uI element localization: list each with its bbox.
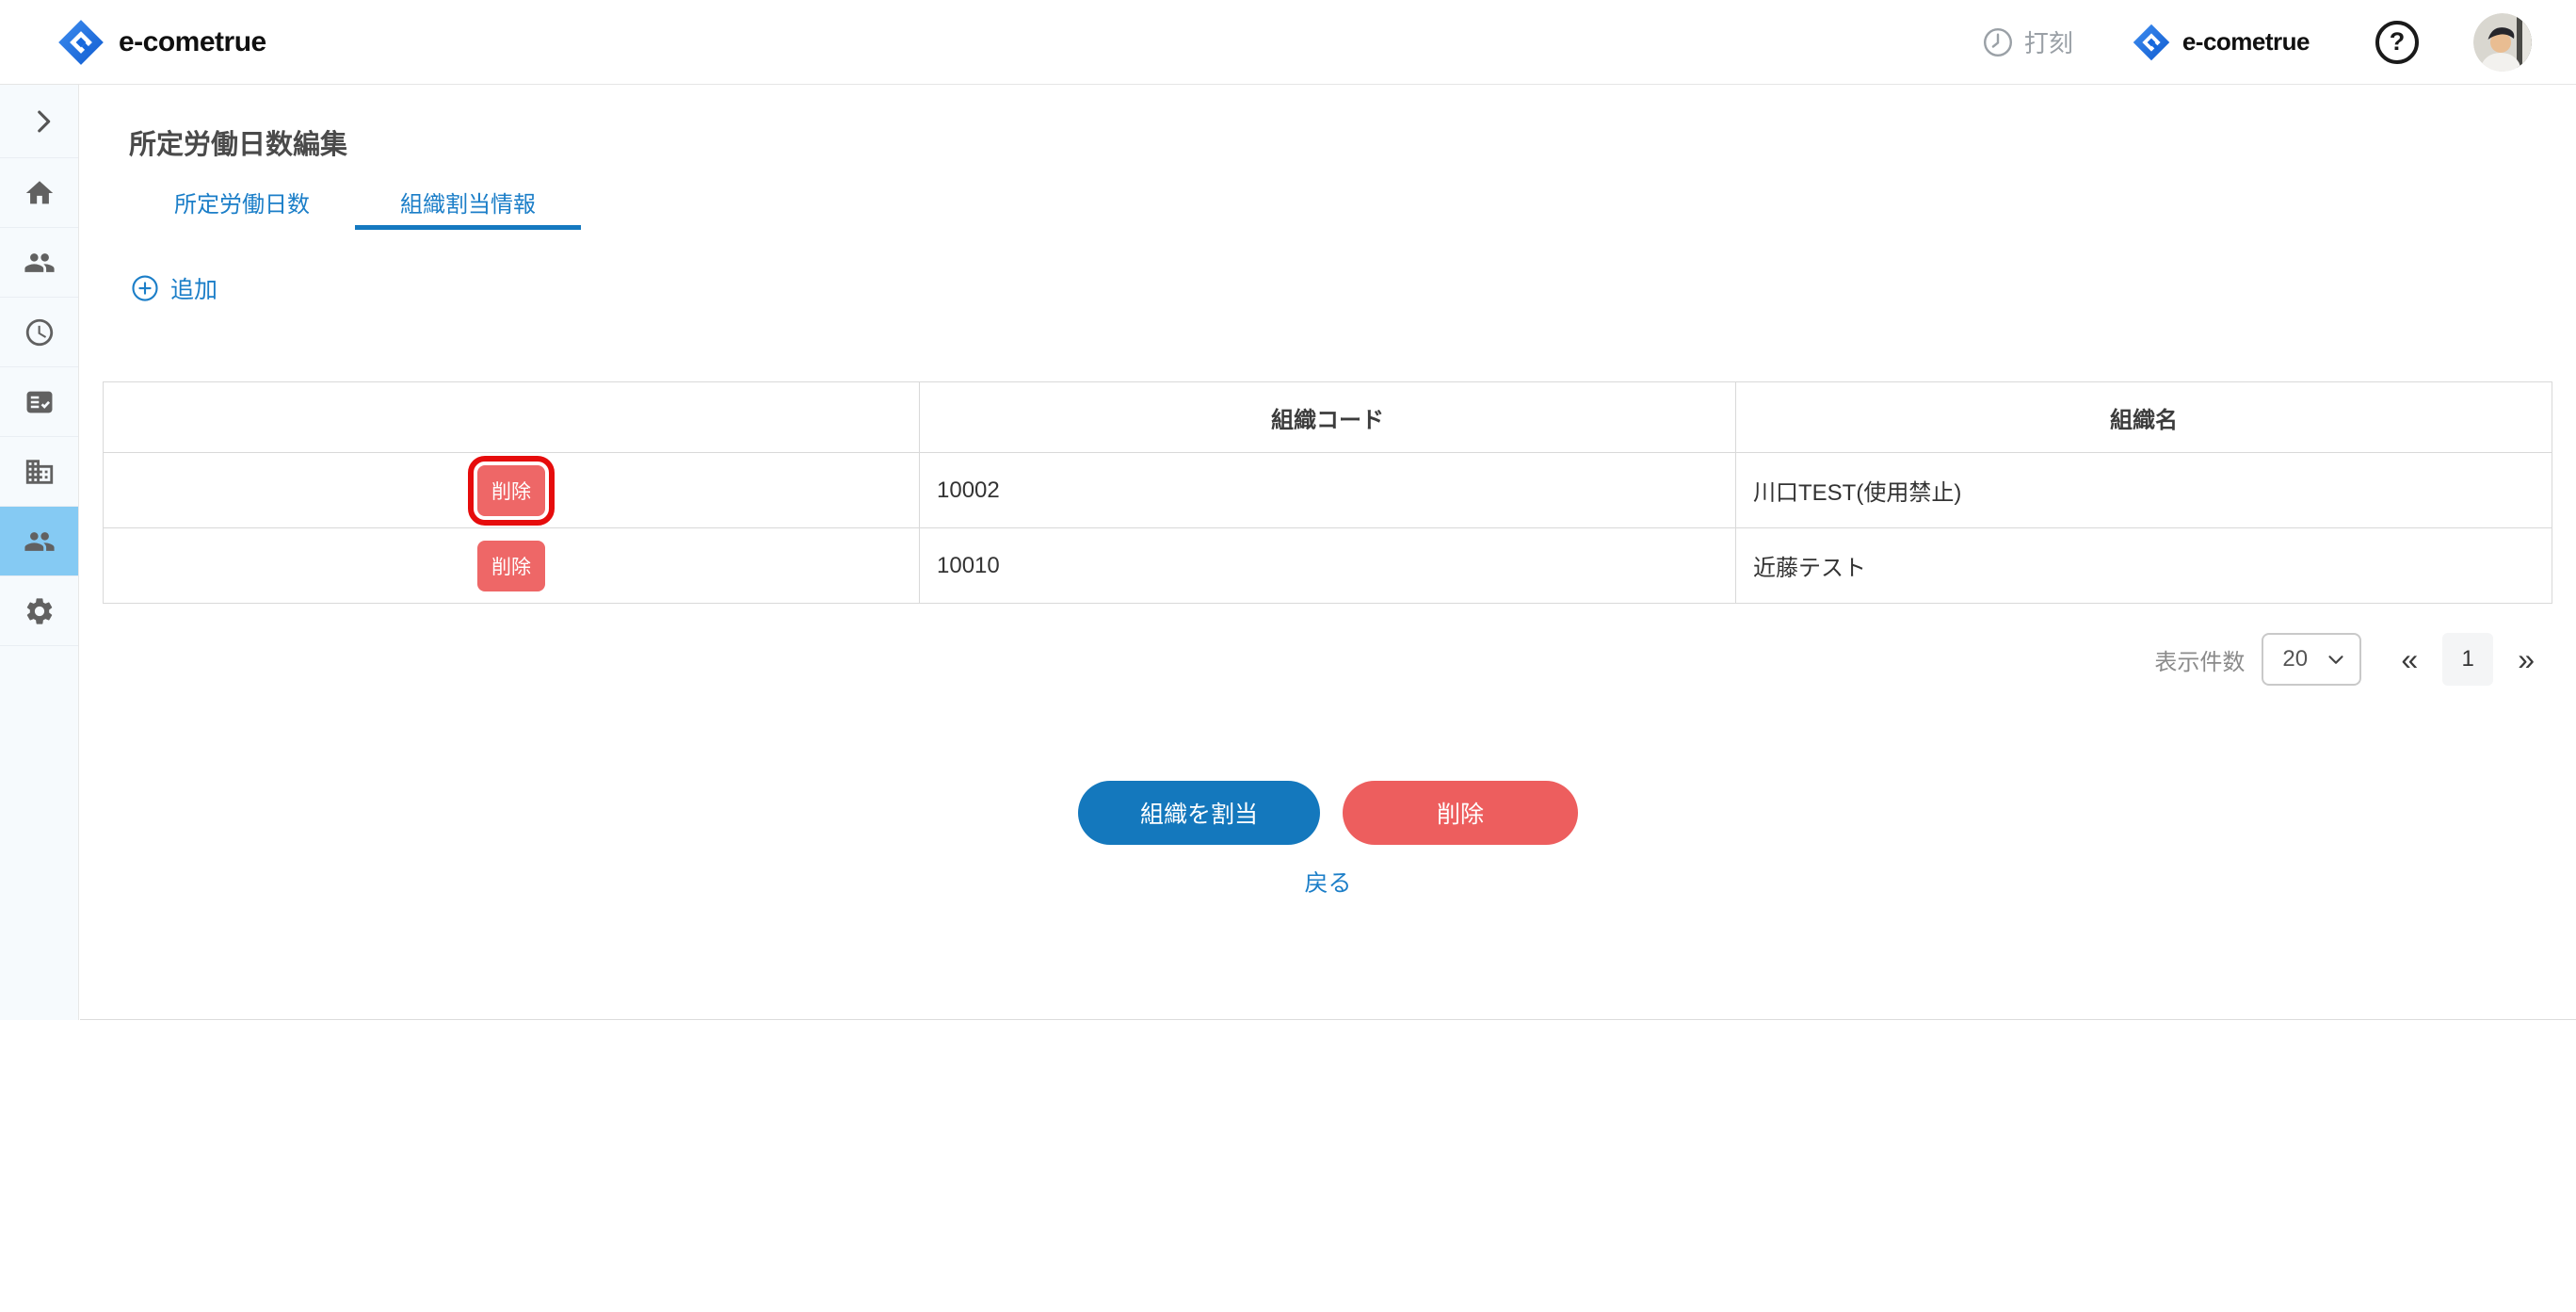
help-icon[interactable]: ? (2375, 21, 2419, 64)
column-header-actions (104, 382, 920, 453)
topbar-right: 打刻 e-cometrue ? (1981, 13, 2532, 72)
sidebar-item-requests[interactable] (0, 367, 78, 437)
form-check-icon (24, 386, 56, 418)
users-icon (24, 526, 56, 558)
org-table: 組織コード 組織名 削除 10002 川口TEST(使用禁止) 削除 (103, 381, 2552, 604)
current-page[interactable]: 1 (2442, 633, 2493, 686)
chevron-right-icon (27, 105, 59, 138)
back-link[interactable]: 戻る (1304, 870, 1351, 897)
avatar[interactable] (2473, 13, 2532, 72)
assign-org-button[interactable]: 組織を割当 (1078, 781, 1320, 845)
sidebar-item-employees[interactable] (0, 228, 78, 298)
row-action-cell: 削除 (104, 528, 920, 604)
top-bar: e-cometrue 打刻 e-cometrue ? (0, 0, 2576, 85)
row-action-cell: 削除 (104, 453, 920, 528)
sidebar (0, 85, 79, 1020)
tab-org-assignment-info[interactable]: 組織割当情報 (355, 179, 581, 230)
org-name-cell: 川口TEST(使用禁止) (1736, 453, 2552, 528)
help-glyph: ? (2390, 27, 2406, 57)
org-name-cell: 近藤テスト (1736, 528, 2552, 604)
brand-logo-right-text: e-cometrue (2182, 27, 2310, 57)
sidebar-expand-button[interactable] (0, 85, 78, 158)
brand-logo-right: e-cometrue (2132, 23, 2310, 62)
table-row: 削除 10010 近藤テスト (104, 528, 2552, 604)
tab-label: 組織割当情報 (400, 186, 536, 219)
org-code-cell: 10002 (920, 453, 1736, 528)
per-page-select[interactable]: 20 (2262, 633, 2361, 686)
back-row: 戻る (80, 865, 2576, 899)
table-header-row: 組織コード 組織名 (104, 382, 2552, 453)
sidebar-item-settings[interactable] (0, 576, 78, 646)
add-button-label: 追加 (170, 271, 217, 305)
building-icon (24, 456, 56, 488)
plus-circle-icon (131, 274, 159, 302)
column-header-org-name: 組織名 (1736, 382, 2552, 453)
prev-page-button[interactable]: « (2401, 644, 2418, 674)
app-window: e-cometrue 打刻 e-cometrue ? (0, 0, 2576, 1312)
tab-bar: 所定労働日数 組織割当情報 (129, 179, 581, 230)
tab-scheduled-working-days[interactable]: 所定労働日数 (129, 179, 355, 230)
pagination: 表示件数 20 « 1 » (2154, 633, 2535, 686)
sidebar-item-home[interactable] (0, 158, 78, 228)
brand-logo-icon (56, 18, 105, 67)
page-title: 所定労働日数編集 (129, 122, 347, 162)
sidebar-item-company[interactable] (0, 437, 78, 507)
action-buttons: 組織を割当 削除 (80, 781, 2576, 845)
main-panel: 所定労働日数編集 所定労働日数 組織割当情報 追加 組織コード (80, 85, 2576, 1020)
brand-logo-text: e-cometrue (119, 26, 266, 58)
delete-button[interactable]: 削除 (1343, 781, 1578, 845)
org-code-cell: 10010 (920, 528, 1736, 604)
avatar-photo (2473, 13, 2532, 72)
column-header-org-code: 組織コード (920, 382, 1736, 453)
clock-outline-icon (24, 316, 56, 348)
add-button[interactable]: 追加 (131, 271, 217, 305)
table-row: 削除 10002 川口TEST(使用禁止) (104, 453, 2552, 528)
next-page-button[interactable]: » (2518, 644, 2535, 674)
per-page-label: 表示件数 (2154, 643, 2245, 676)
users-icon (24, 247, 56, 279)
tab-label: 所定労働日数 (174, 186, 310, 219)
row-delete-button[interactable]: 削除 (477, 541, 545, 591)
per-page-value: 20 (2282, 646, 2308, 672)
sidebar-item-attendance[interactable] (0, 298, 78, 367)
brand-logo-right-icon (2132, 23, 2171, 62)
chevron-down-icon (2324, 647, 2348, 672)
brand-logo[interactable]: e-cometrue (56, 18, 266, 67)
sidebar-item-org-assignment[interactable] (0, 507, 78, 576)
row-delete-button[interactable]: 削除 (477, 465, 545, 516)
home-icon (24, 177, 56, 209)
gear-icon (24, 595, 56, 627)
clock-icon (1981, 25, 2015, 59)
punch-label: 打刻 (2024, 24, 2073, 59)
punch-clock-button[interactable]: 打刻 (1981, 24, 2073, 59)
